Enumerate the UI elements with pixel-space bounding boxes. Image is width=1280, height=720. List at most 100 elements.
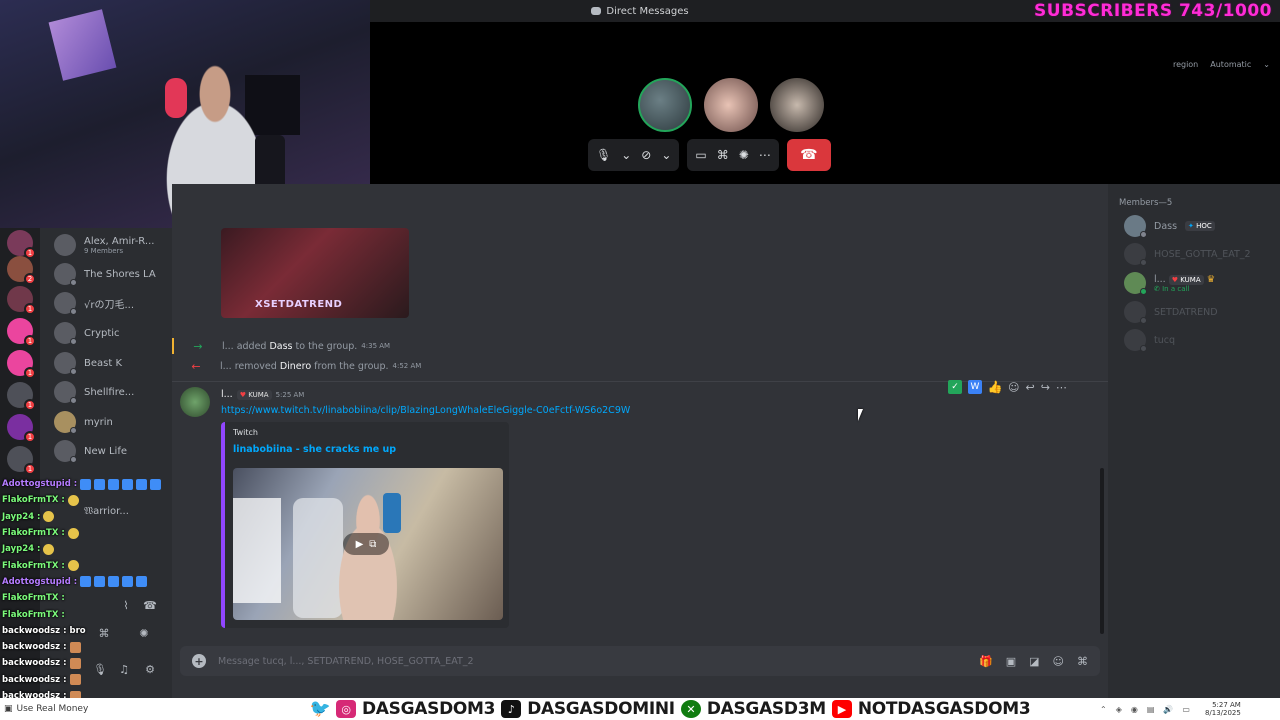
- link-embed: Twitch linabobiina - she cracks me up ▶ ⧉: [221, 422, 509, 628]
- stream-social-banner: ▣ Use Real Money 🐦 ◎ DASGASDOM3 ♪ DASGAS…: [0, 698, 1280, 720]
- gift-icon[interactable]: 🎁: [979, 655, 993, 668]
- tray-app-icon[interactable]: ◈: [1116, 705, 1122, 714]
- chat-line: FlakoFrmTX :: [2, 606, 174, 622]
- embed-title[interactable]: linabobiina - she cracks me up: [233, 444, 396, 455]
- server-icon[interactable]: 1: [7, 414, 36, 443]
- message-author-avatar[interactable]: [180, 387, 210, 417]
- activity-gamepad-icon[interactable]: ⌘: [717, 148, 729, 162]
- server-icon[interactable]: 1: [7, 318, 36, 347]
- member-avatar: [1124, 301, 1147, 324]
- server-icon[interactable]: 1: [7, 446, 36, 475]
- dm-item[interactable]: Shellfire...: [54, 381, 134, 404]
- system-actor: l...: [220, 360, 232, 372]
- chat-line: Jayp24 :: [2, 541, 174, 557]
- volume-icon[interactable]: 🔊: [1163, 705, 1173, 714]
- attach-plus-icon[interactable]: +: [192, 654, 206, 668]
- participant-avatar[interactable]: [770, 78, 824, 132]
- twitter-handle: DASGASDOM3: [362, 699, 496, 719]
- microphone-icon[interactable]: 🎙: [596, 148, 611, 162]
- sticker-icon[interactable]: ◪: [1029, 655, 1039, 668]
- dm-name: Cryptic: [84, 327, 120, 339]
- participant-avatar[interactable]: [638, 78, 692, 132]
- chat-emote: [43, 543, 55, 555]
- dm-item[interactable]: Beast K: [54, 352, 122, 375]
- message-author[interactable]: l...: [221, 389, 233, 400]
- network-icon[interactable]: ▤: [1147, 705, 1155, 714]
- unread-badge: 1: [24, 335, 36, 347]
- member-item[interactable]: HOSE_GOTTA_EAT_2: [1124, 242, 1251, 266]
- screen-share-icon[interactable]: ▭: [695, 148, 706, 162]
- chat-emote: [69, 641, 81, 653]
- w-reaction-icon[interactable]: W: [968, 380, 982, 394]
- message-link[interactable]: https://www.twitch.tv/linabobiina/clip/B…: [221, 405, 630, 416]
- dm-name: myrin: [84, 416, 113, 428]
- camera-off-icon[interactable]: ⊘: [641, 148, 651, 162]
- member-item[interactable]: Dass ✦ HOC: [1124, 214, 1215, 238]
- dm-item[interactable]: myrin: [54, 411, 113, 434]
- tray-app-icon[interactable]: ◉: [1131, 705, 1138, 714]
- server-icon[interactable]: 1: [7, 382, 36, 411]
- message-input[interactable]: Message tucq, l..., SETDATREND, HOSE_GOT…: [218, 656, 979, 667]
- dm-item[interactable]: New Life: [54, 440, 127, 463]
- unread-badge: 1: [24, 303, 36, 315]
- play-button[interactable]: ▶ ⧉: [343, 533, 389, 555]
- region-selector[interactable]: region Automatic ⌄: [1173, 60, 1270, 69]
- server-icon[interactable]: 2: [7, 256, 36, 285]
- webcam-headset: [165, 78, 187, 118]
- soundboard-icon[interactable]: ✺: [739, 148, 749, 162]
- server-icon[interactable]: 1: [7, 350, 36, 379]
- dm-item[interactable]: √rの刀毛...: [54, 292, 135, 315]
- system-target: Dass: [269, 340, 293, 352]
- mouse-cursor: [858, 409, 868, 421]
- audio-video-controls: 🎙 ⌄ ⊘ ⌄: [588, 139, 680, 171]
- chat-emote: [108, 478, 120, 490]
- reply-icon[interactable]: ↩: [1025, 381, 1034, 394]
- hangup-button[interactable]: ☎: [786, 139, 831, 171]
- system-time: 4:52 AM: [392, 362, 422, 370]
- forward-icon[interactable]: ↪: [1041, 381, 1050, 394]
- heart-icon: ♥: [1171, 275, 1179, 284]
- chevron-down-icon[interactable]: ⌄: [621, 148, 631, 162]
- chat-emote: [69, 657, 81, 669]
- emoji-icon[interactable]: ☺: [1053, 655, 1064, 668]
- system-rest: to the group.: [295, 340, 358, 352]
- unread-badge: 1: [24, 431, 36, 443]
- thumbs-up-reaction-icon[interactable]: 👍: [988, 380, 1003, 394]
- member-item[interactable]: SETDATREND: [1124, 300, 1218, 324]
- chat-emote: [136, 576, 148, 588]
- server-icon[interactable]: 1: [7, 230, 36, 259]
- xbox-handle: DASGASD3M: [706, 699, 826, 719]
- chat-scrollbar[interactable]: [1100, 468, 1104, 634]
- member-item[interactable]: tucq: [1124, 328, 1175, 352]
- dm-item[interactable]: Alex, Amir-R... 9 Members: [54, 234, 154, 256]
- battery-icon[interactable]: ▭: [1182, 705, 1190, 714]
- chevron-down-icon[interactable]: ⌄: [661, 148, 671, 162]
- clock[interactable]: 5:27 AM 8/13/2025: [1205, 701, 1241, 717]
- previous-embed-image[interactable]: XSETDATREND: [221, 228, 409, 318]
- apps-gamepad-icon[interactable]: ⌘: [1077, 655, 1088, 668]
- chevron-up-icon[interactable]: ⌃: [1100, 705, 1107, 714]
- member-tag: ✦ HOC: [1185, 221, 1215, 231]
- member-name: SETDATREND: [1154, 306, 1218, 318]
- status-dot: [70, 456, 77, 463]
- embed-thumbnail[interactable]: ▶ ⧉: [233, 468, 503, 620]
- dm-item[interactable]: The Shores LA: [54, 263, 156, 286]
- more-options-icon[interactable]: ⋯: [759, 148, 771, 162]
- server-icon[interactable]: 1: [7, 286, 36, 315]
- chat-line: Adottogstupid :: [2, 476, 174, 492]
- member-item[interactable]: l... ♥ KUMA ♛ ✆ In a call: [1124, 271, 1215, 295]
- flame-icon: ✦: [1188, 222, 1194, 230]
- participant-avatar[interactable]: [704, 78, 758, 132]
- more-options-icon[interactable]: ⋯: [1056, 381, 1067, 394]
- region-value: Automatic: [1210, 60, 1252, 69]
- dm-name: √rの刀毛...: [84, 299, 135, 311]
- add-reaction-icon[interactable]: ☺: [1008, 381, 1019, 394]
- gif-icon[interactable]: ▣: [1006, 655, 1016, 668]
- embed-provider[interactable]: Twitch: [233, 428, 258, 437]
- chat-emote: [67, 494, 79, 506]
- dm-item[interactable]: Cryptic: [54, 322, 120, 345]
- check-reaction-icon[interactable]: ✓: [948, 380, 962, 394]
- play-icon: ▶: [355, 538, 364, 550]
- chat-line: FlakoFrmTX :: [2, 525, 174, 541]
- dm-name: Alex, Amir-R...: [84, 235, 155, 247]
